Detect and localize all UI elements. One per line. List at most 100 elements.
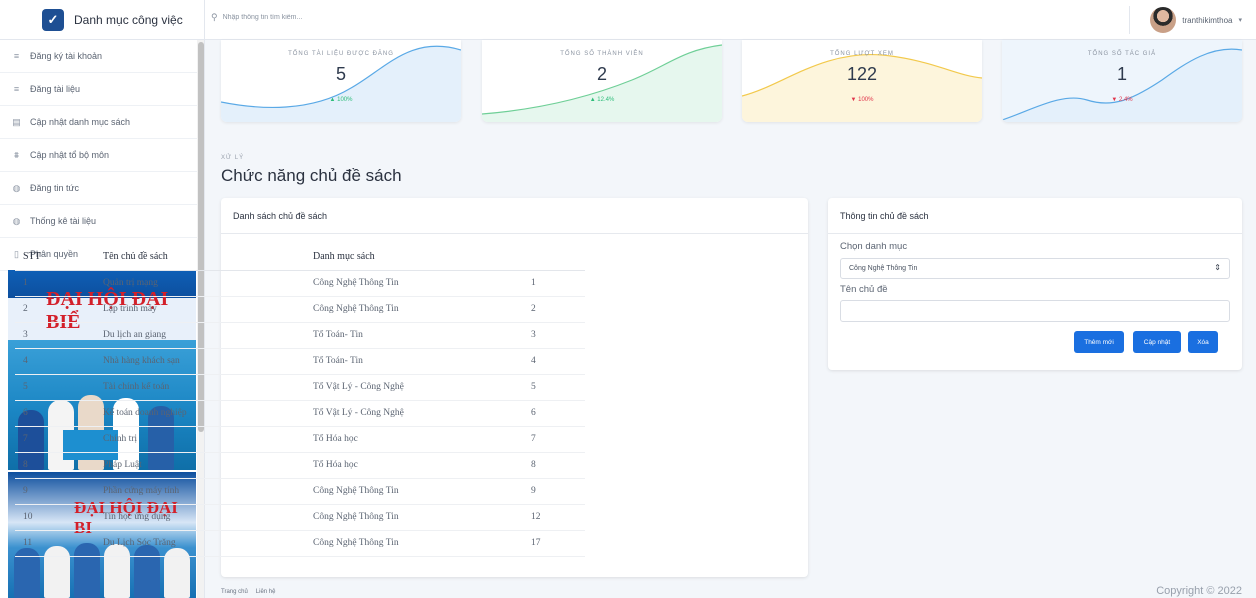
topic-info-card: Thông tin chủ đề sách Chọn danh mục Công… [828,198,1242,370]
topic-info-title: Thông tin chủ đề sách [828,198,1242,234]
sidebar-item-label: Cập nhật danh mục sách [30,117,131,127]
category-label: Chọn danh mục [840,241,908,252]
table-row[interactable]: 2 Lập trình máy Công Nghệ Thông Tin 2 [15,296,585,323]
category-select-value: Công Nghệ Thông Tin [849,265,918,272]
stat-title: TỔNG LƯỢT XEM [830,51,894,57]
stat-card: TỔNG SỐ TÁC GIẢ 1 ▼ 2.4% [1002,40,1242,122]
table-row[interactable]: 1 Quản trị mạng Công Nghệ Thông Tin 1 [15,270,585,297]
chevron-down-icon[interactable]: ▾ [1238,16,1242,24]
avatar[interactable] [1150,7,1177,33]
table-cell: 17 [525,530,585,557]
topic-name-label: Tên chủ đề [840,284,888,295]
table-cell: 8 [15,452,97,479]
table-cell: Nhà hàng khách sạn [97,348,307,375]
table-cell: Phần cứng máy tính [97,478,307,505]
select-caret-icon: ⇕ [1214,263,1221,272]
stat-value: 2 [596,64,607,84]
table-cell: 1 [15,270,97,297]
table-row[interactable]: 9 Phần cứng máy tính Công Nghệ Thông Tin 9 [15,478,585,505]
sidebar-item[interactable]: ◍ Đăng tin tức [0,172,204,205]
add-button[interactable]: Thêm mới [1074,331,1124,353]
table-cell: 9 [15,478,97,505]
footer-home-link[interactable]: Trang chủ [221,589,248,595]
table-cell: Công Nghệ Thông Tin [307,478,525,505]
table-cell: Chính trị [97,426,307,453]
circle-icon: ◍ [12,182,21,193]
sidebar-item[interactable]: ≡ Đăng tài liệu [0,73,204,106]
table-cell: Công Nghệ Thông Tin [307,530,525,557]
user-menu[interactable]: tranthikimthoa ▾ [1129,6,1242,34]
brand-logo-icon: ✓ [42,8,64,31]
table-cell: Du Lịch Sóc Trăng [97,530,307,557]
sidebar-item-label: Đăng tin tức [30,183,80,193]
table-cell: 3 [15,322,97,349]
table-cell: Kế toán doanh nghiệp [97,400,307,427]
table-cell: 6 [15,400,97,427]
footer-links: Trang chủ Liên hệ [221,589,275,595]
table-row[interactable]: 3 Du lịch an giang Tổ Toán- Tin 3 [15,322,585,349]
column-header: STT [15,243,97,271]
table-cell: Công Nghệ Thông Tin [307,270,525,297]
topic-name-input[interactable] [840,300,1230,322]
search-bar: ⚲ [211,12,523,23]
table-row[interactable]: 8 Pháp Luật Tổ Hóa học 8 [15,452,585,479]
table-row[interactable]: 7 Chính trị Tổ Hóa học 7 [15,426,585,453]
sidebar-item[interactable]: ▤ Cập nhật danh mục sách [0,106,204,139]
sidebar-item-label: Đăng tài liệu [30,84,81,94]
table-cell: 4 [15,348,97,375]
sidebar-item[interactable]: ⩩ Cập nhật tổ bộ môn [0,139,204,172]
stat-card: TỔNG SỐ THÀNH VIÊN 2 ▲ 12.4% [482,40,722,122]
table-cell: Tổ Toán- Tin [307,348,525,375]
stat-card: TỔNG LƯỢT XEM 122 ▼ 100% [742,40,982,122]
topbar: ⚲ tranthikimthoa ▾ [205,0,1256,40]
table-cell: Tổ Hóa học [307,452,525,479]
delete-button[interactable]: Xóa [1188,331,1218,353]
table-cell: Tổ Vật Lý - Công Nghệ [307,374,525,401]
footer-contact-link[interactable]: Liên hệ [256,589,276,595]
sidebar-item-label: Thống kê tài liệu [30,216,97,226]
table-cell: 9 [525,478,585,505]
table-cell: Du lịch an giang [97,322,307,349]
table-cell: Pháp Luật [97,452,307,479]
brand-name: Danh mục công việc [74,12,183,27]
table-cell: 12 [525,504,585,531]
table-cell: 7 [525,426,585,453]
table-row[interactable]: 10 Tin học ứng dụng Công Nghệ Thông Tin 12 [15,504,585,531]
category-select[interactable]: Công Nghệ Thông Tin ⇕ [840,258,1230,279]
sidebar-item[interactable]: ◍ Thống kê tài liệu [0,205,204,238]
column-header [525,243,585,271]
table-cell: Tổ Hóa học [307,426,525,453]
align-icon: ⩩ [14,149,19,160]
stat-title: TỔNG SỐ TÁC GIẢ [1087,51,1157,57]
table-cell: 11 [15,530,97,557]
table-cell: 2 [525,296,585,323]
stat-value: 5 [335,64,346,84]
table-cell: 2 [15,296,97,323]
username[interactable]: tranthikimthoa [1182,16,1232,25]
search-input[interactable] [222,14,523,21]
stat-change: ▼ 100% [850,97,874,103]
table-icon: ▤ [12,116,21,127]
table-row[interactable]: 6 Kế toán doanh nghiệp Tổ Vật Lý - Công Ng… [15,400,585,427]
sidebar-item[interactable]: ≡ Đăng ký tài khoản [0,40,204,73]
table-cell: Công Nghệ Thông Tin [307,296,525,323]
table-cell: Tài chính kế toán [97,374,307,401]
circle-icon: ◍ [12,215,21,226]
table-row[interactable]: 5 Tài chính kế toán Tổ Vật Lý - Công Nghệ 5 [15,374,585,401]
table-cell: 8 [525,452,585,479]
table-cell: 5 [15,374,97,401]
stat-value: 122 [846,64,878,84]
table-cell: Lập trình máy [97,296,307,323]
update-button[interactable]: Cập nhật [1133,331,1181,353]
copyright: Copyright © 2022 [1156,585,1242,597]
table-cell: Tổ Vật Lý - Công Nghệ [307,400,525,427]
table-row[interactable]: 4 Nhà hàng khách sạn Tổ Toán- Tin 4 [15,348,585,375]
column-header: Tên chủ đề sách [97,243,307,271]
table-row[interactable]: 11 Du Lịch Sóc Trăng Công Nghệ Thông Tin 17 [15,530,585,557]
table-cell: Công Nghệ Thông Tin [307,504,525,531]
list-icon: ≡ [13,51,20,61]
brand[interactable]: ✓ Danh mục công việc [0,0,204,40]
search-icon: ⚲ [211,12,218,22]
table-cell: 1 [525,270,585,297]
stat-title: TỔNG SỐ THÀNH VIÊN [560,51,644,57]
